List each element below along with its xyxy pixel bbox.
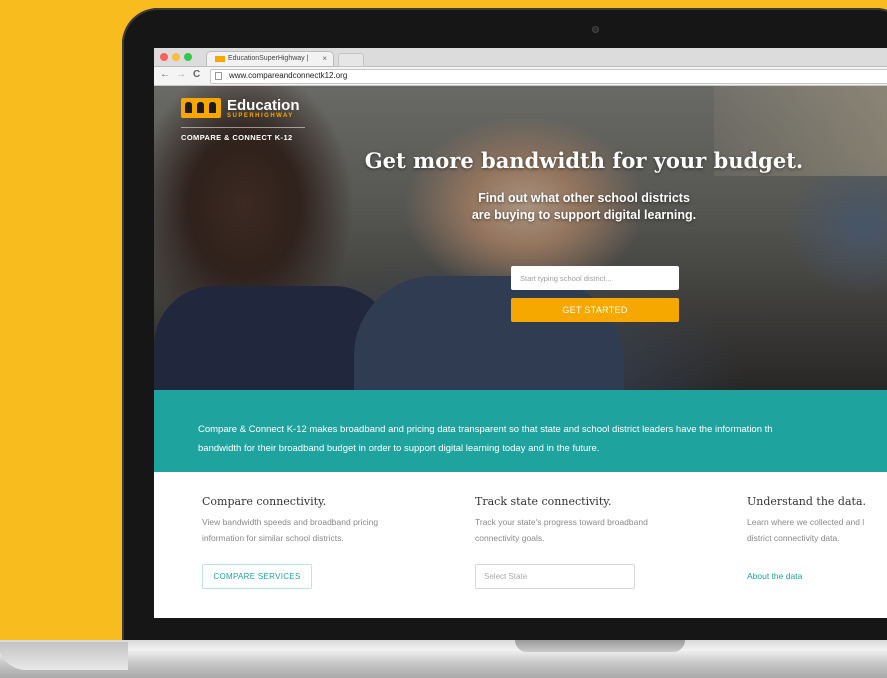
- forward-icon[interactable]: →: [176, 69, 186, 80]
- mission-line2: bandwidth for their broadband budget in …: [198, 443, 600, 454]
- maximize-window-icon[interactable]: [184, 53, 192, 61]
- mission-text: Compare & Connect K-12 makes broadband a…: [198, 420, 887, 458]
- tab-bar: EducationSuperHighway | ×: [154, 48, 887, 67]
- browser-window: EducationSuperHighway | × ← → C www.comp…: [154, 48, 887, 618]
- laptop-base-edge: [0, 642, 128, 670]
- favicon-icon: [215, 56, 225, 62]
- camera-icon: [592, 26, 599, 33]
- address-bar-row: ← → C www.compareandconnectk12.org: [154, 67, 887, 86]
- feature-title: Understand the data.: [747, 495, 866, 508]
- logo-divider: [181, 127, 305, 128]
- url-text: www.compareandconnectk12.org: [229, 71, 348, 80]
- about-data-link[interactable]: About the data: [747, 571, 802, 581]
- back-icon[interactable]: ←: [160, 69, 170, 80]
- new-tab-button[interactable]: [338, 53, 364, 67]
- feature-description: Learn where we collected and l district …: [747, 517, 865, 543]
- feature-understand-data: Understand the data. Learn where we coll…: [747, 495, 866, 581]
- mission-line1: Compare & Connect K-12 makes broadband a…: [198, 424, 773, 435]
- get-started-button[interactable]: GET STARTED: [511, 298, 679, 322]
- minimize-window-icon[interactable]: [172, 53, 180, 61]
- reload-icon[interactable]: C: [193, 69, 200, 80]
- logo-brand-text: Education: [227, 97, 300, 114]
- hero-subhead-line1: Find out what other school districts: [478, 191, 690, 205]
- mission-band: Compare & Connect K-12 makes broadband a…: [154, 390, 887, 472]
- browser-tab[interactable]: EducationSuperHighway | ×: [206, 51, 334, 66]
- district-search-input[interactable]: [511, 266, 679, 290]
- tab-close-icon[interactable]: ×: [322, 54, 327, 63]
- hero-subhead: Find out what other school districts are…: [394, 190, 774, 224]
- feature-description: Track your state's progress toward broad…: [475, 517, 648, 543]
- feature-compare: Compare connectivity. View bandwidth spe…: [202, 495, 379, 589]
- hero-headline: Get more bandwidth for your budget.: [364, 148, 804, 173]
- feature-track-state: Track state connectivity. Track your sta…: [475, 495, 648, 589]
- logo-sub-text: SUPERHIGHWAY: [227, 113, 294, 119]
- feature-title: Compare connectivity.: [202, 495, 327, 508]
- feature-title: Track state connectivity.: [475, 495, 612, 508]
- compare-services-button[interactable]: COMPARE SERVICES: [202, 564, 312, 589]
- laptop-notch: [515, 640, 685, 652]
- url-field[interactable]: www.compareandconnectk12.org: [210, 69, 887, 84]
- hero-subhead-line2: are buying to support digital learning.: [471, 208, 697, 222]
- laptop-base: [0, 640, 887, 678]
- select-state-dropdown[interactable]: Select State: [475, 564, 635, 589]
- feature-description: View bandwidth speeds and broadband pric…: [202, 517, 379, 543]
- page-icon: [215, 72, 222, 80]
- tab-title: EducationSuperHighway |: [228, 55, 309, 62]
- product-name: COMPARE & CONNECT K-12: [181, 133, 293, 142]
- logo-icon: [181, 98, 221, 118]
- close-window-icon[interactable]: [160, 53, 168, 61]
- features-section: Compare connectivity. View bandwidth spe…: [154, 472, 887, 618]
- laptop-frame: EducationSuperHighway | × ← → C www.comp…: [122, 8, 887, 648]
- hero-section: Education SUPERHIGHWAY COMPARE & CONNECT…: [154, 86, 887, 390]
